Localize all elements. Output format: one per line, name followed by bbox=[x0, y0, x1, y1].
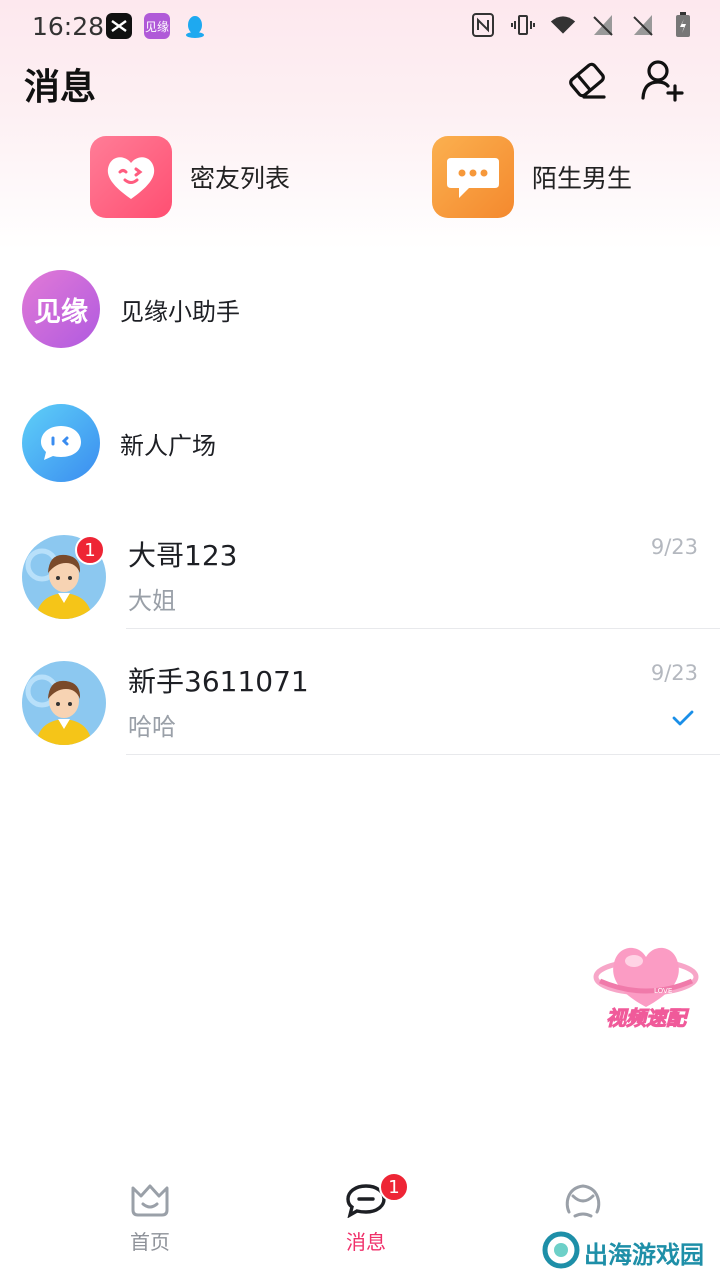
chat-bubble-icon bbox=[432, 136, 514, 218]
stranger-boys-entry[interactable]: 陌生男生 bbox=[432, 136, 632, 218]
heart-icon bbox=[90, 136, 172, 218]
page-title: 消息 bbox=[24, 67, 97, 108]
chat-bubble-icon bbox=[22, 404, 100, 482]
video-match-button[interactable]: LOVE 视频速配 bbox=[590, 935, 702, 1035]
unread-badge: 1 bbox=[75, 535, 105, 565]
watermark-logo-icon bbox=[542, 1231, 580, 1273]
crown-face-icon bbox=[129, 1182, 171, 1222]
assistant-row[interactable]: 见缘 见缘小助手 bbox=[22, 269, 702, 349]
no-signal-icon bbox=[590, 12, 616, 38]
tab-messages[interactable]: 消息 bbox=[306, 1182, 426, 1255]
capcut-app-icon bbox=[106, 13, 132, 39]
clear-unread-button[interactable] bbox=[563, 58, 611, 106]
chat-last-message: 大姐 bbox=[128, 587, 176, 615]
wifi-icon bbox=[550, 12, 576, 38]
stranger-boys-label: 陌生男生 bbox=[532, 164, 633, 193]
avatar bbox=[22, 661, 106, 745]
qq-app-icon bbox=[182, 13, 208, 39]
chat-row[interactable]: 新手3611071 哈哈 9/23 bbox=[0, 629, 720, 755]
add-friend-button[interactable] bbox=[638, 58, 686, 106]
tab-home[interactable]: 首页 bbox=[90, 1182, 210, 1255]
nfc-icon bbox=[470, 12, 496, 38]
ring-text: LOVE bbox=[654, 987, 672, 995]
tab-profile[interactable] bbox=[523, 1182, 643, 1228]
chat-last-message: 哈哈 bbox=[128, 713, 176, 741]
assistant-label: 见缘小助手 bbox=[120, 297, 240, 326]
chat-row[interactable]: 1 大哥123 大姐 9/23 bbox=[0, 503, 720, 629]
status-bar: 16:28 见缘 bbox=[0, 0, 720, 54]
tab-home-label: 首页 bbox=[130, 1230, 170, 1254]
jianyuan-app-icon: 见缘 bbox=[144, 13, 170, 39]
no-signal-icon bbox=[630, 12, 656, 38]
vibrate-icon bbox=[510, 12, 536, 38]
nav-unread-badge: 1 bbox=[379, 1172, 409, 1202]
eraser-icon bbox=[566, 59, 608, 105]
chat-name: 大哥123 bbox=[128, 539, 238, 572]
chat-date: 9/23 bbox=[650, 661, 698, 685]
status-time: 16:28 bbox=[32, 12, 105, 41]
battery-icon bbox=[670, 12, 696, 38]
watermark: 出海游戏园 bbox=[542, 1231, 704, 1273]
watermark-text: 出海游戏园 bbox=[584, 1240, 704, 1269]
chat-name: 新手3611071 bbox=[128, 665, 309, 698]
tab-messages-label: 消息 bbox=[346, 1230, 386, 1254]
newcomer-plaza-label: 新人广场 bbox=[120, 431, 216, 460]
assistant-avatar-text: 见缘 bbox=[34, 296, 88, 328]
divider bbox=[126, 754, 720, 755]
video-match-label: 视频速配 bbox=[606, 1006, 687, 1031]
close-friends-label: 密友列表 bbox=[190, 164, 291, 193]
add-user-icon bbox=[640, 58, 684, 106]
profile-face-icon bbox=[563, 1182, 603, 1224]
assistant-avatar: 见缘 bbox=[22, 270, 100, 348]
newcomer-plaza-row[interactable]: 新人广场 bbox=[22, 403, 702, 483]
close-friends-entry[interactable]: 密友列表 bbox=[90, 136, 290, 218]
read-check-icon bbox=[672, 709, 694, 731]
chat-date: 9/23 bbox=[650, 535, 698, 559]
